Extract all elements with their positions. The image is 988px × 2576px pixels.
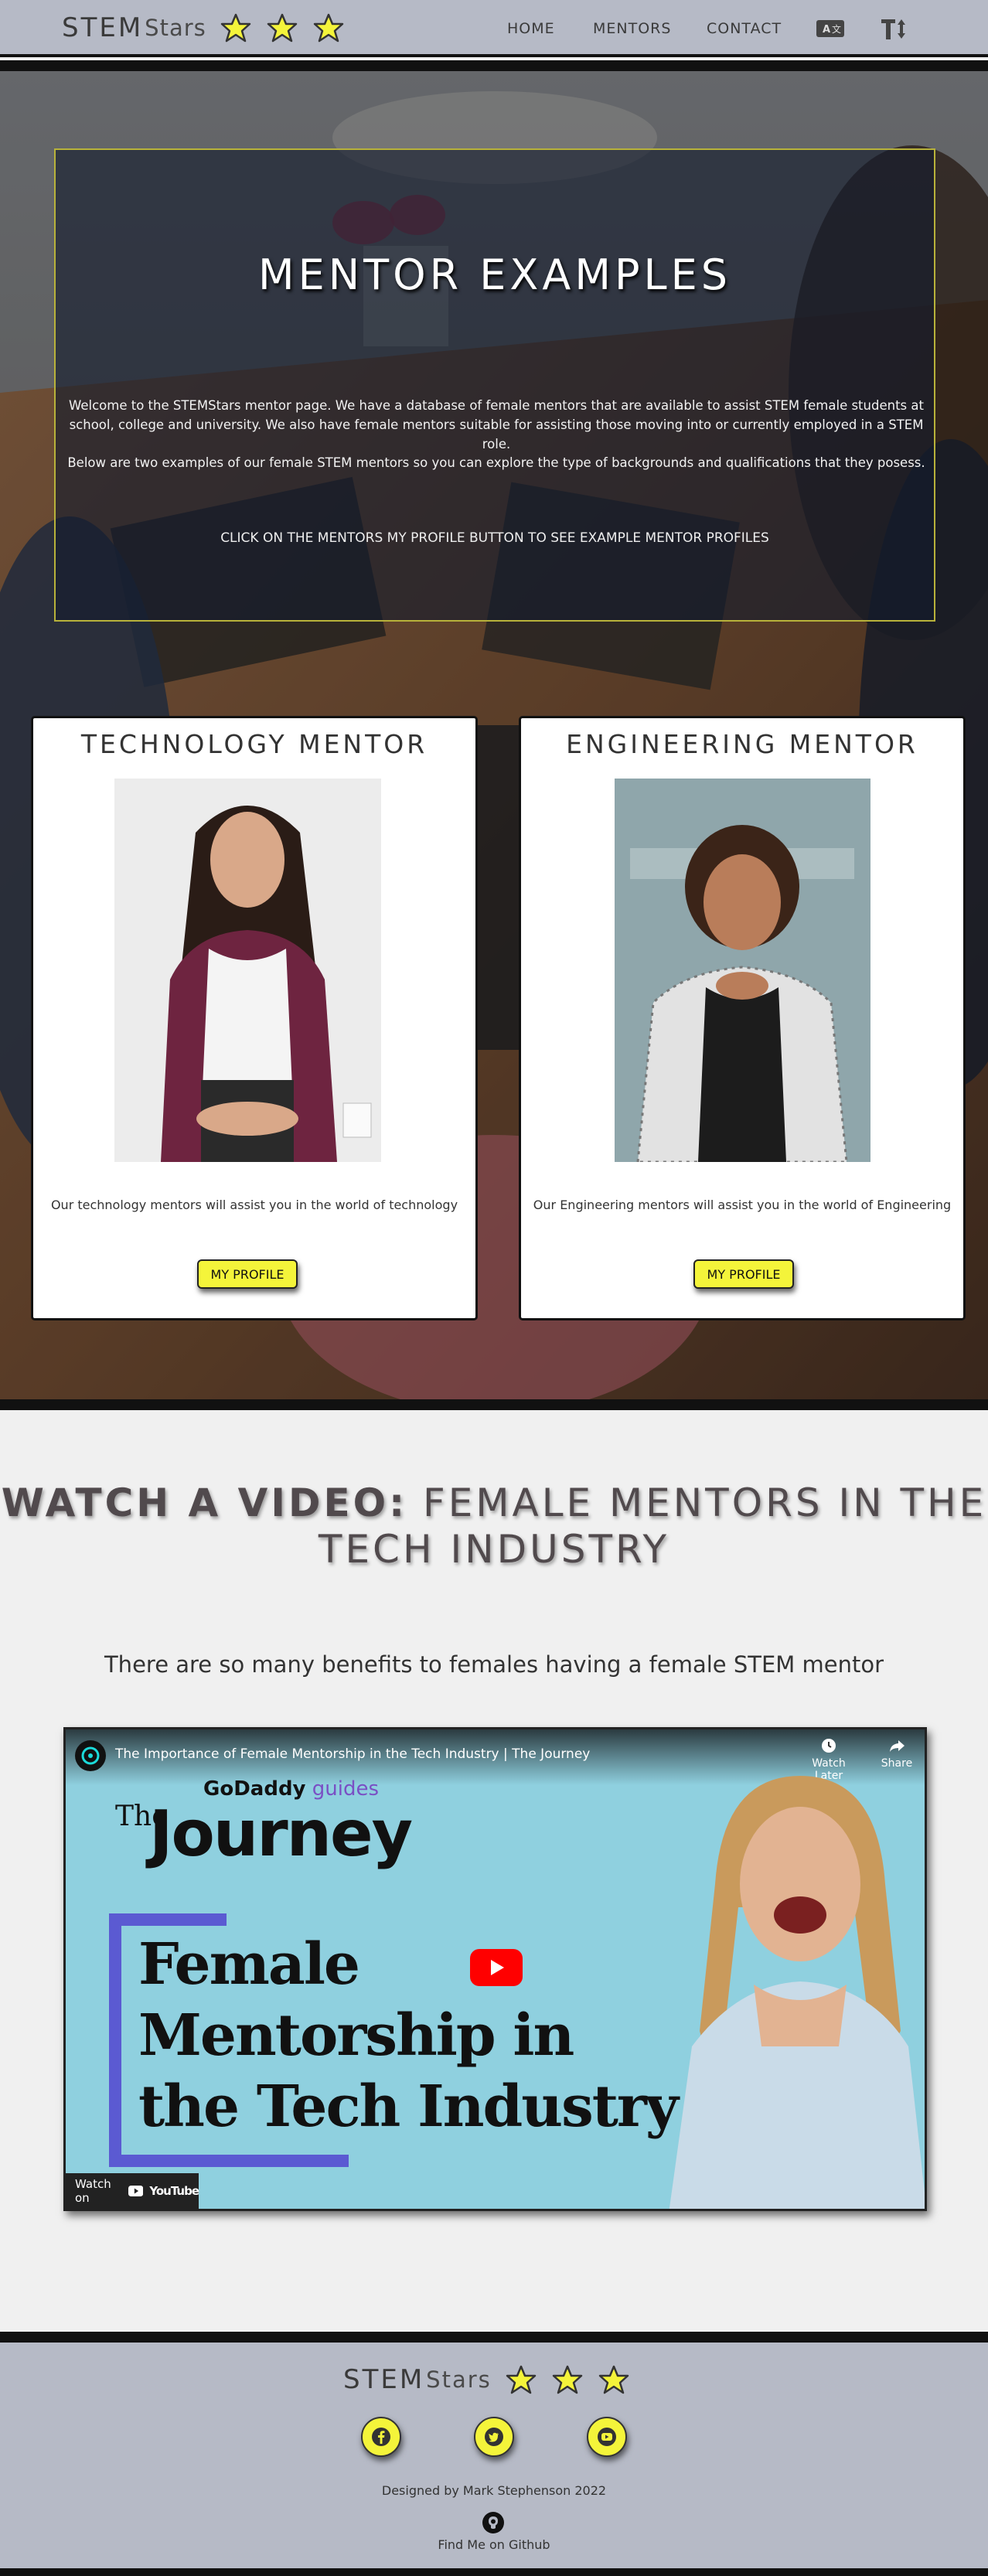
brand-logo[interactable]: STEM Stars (62, 12, 344, 43)
intro-paragraph: Welcome to the STEMStars mentor page. We… (69, 398, 924, 451)
video-name[interactable]: The Importance of Female Mentorship in t… (115, 1746, 590, 1762)
star-icon (313, 13, 344, 43)
presenter-image (669, 1776, 925, 2209)
translate-icon[interactable]: A文 (815, 15, 846, 42)
footer-brand-stem: STEM (343, 2364, 425, 2395)
card-description: Our Engineering mentors will assist you … (533, 1198, 952, 1212)
svg-text:A: A (823, 24, 830, 36)
star-icon (506, 2365, 537, 2394)
watch-on-youtube-button[interactable]: Watch on YouTube (66, 2173, 199, 2209)
nav-contact-link[interactable]: CONTACT (707, 20, 782, 37)
clock-icon (822, 1739, 836, 1753)
card-title: TECHNOLOGY MENTOR (80, 729, 428, 759)
channel-logo-icon[interactable] (75, 1740, 106, 1771)
engineering-mentor-photo (615, 779, 870, 1162)
video-section-subtitle: There are so many benefits to females ha… (104, 1651, 884, 1678)
footer-brand-logo[interactable]: STEM Stars (343, 2364, 629, 2395)
facebook-icon[interactable] (361, 2417, 401, 2457)
brand-stars-word: Stars (145, 15, 206, 41)
my-profile-button[interactable]: MY PROFILE (693, 1259, 794, 1289)
video-title-bold: WATCH A VIDEO: (1, 1481, 408, 1525)
brand-stars (220, 12, 344, 43)
technology-mentor-photo (114, 779, 381, 1162)
watch-on-label: Watch on (75, 2177, 111, 2205)
intro-box: MENTOR EXAMPLES Welcome to the STEMStars… (54, 148, 935, 622)
my-profile-button[interactable]: MY PROFILE (197, 1259, 298, 1289)
star-icon (267, 13, 298, 43)
github-icon[interactable] (482, 2511, 505, 2534)
youtube-video-embed[interactable]: The Importance of Female Mentorship in t… (63, 1727, 927, 2211)
github-link[interactable]: Find Me on Github (0, 2537, 988, 2552)
nav-mentors-link[interactable]: MENTORS (593, 20, 671, 37)
youtube-logo-icon (128, 2186, 144, 2196)
nav-home-link[interactable]: HOME (507, 20, 555, 37)
card-title: ENGINEERING MENTOR (566, 729, 918, 759)
star-icon (552, 2365, 583, 2394)
hero-section: MENTOR EXAMPLES Welcome to the STEMStars… (0, 68, 988, 1399)
divider (0, 2332, 988, 2343)
page-title: MENTOR EXAMPLES (258, 250, 731, 299)
divider (0, 60, 988, 71)
the-journey-word: Journey (149, 1797, 413, 1871)
youtube-wordmark: YouTube (149, 2184, 199, 2198)
text-size-icon[interactable] (878, 15, 909, 42)
intro-paragraph: Below are two examples of our female STE… (67, 455, 925, 470)
divider (0, 2568, 988, 2576)
designer-credit: Designed by Mark Stephenson 2022 (381, 2483, 607, 2498)
headline-line: the Tech Industry (138, 2073, 679, 2140)
video-headline: Female Mentorship in the Tech Industry (138, 1929, 679, 2142)
star-icon (220, 13, 251, 43)
video-section-title: WATCH A VIDEO: FEMALE MENTORS IN THE TEC… (0, 1480, 988, 1573)
engineering-mentor-card: ENGINEERING MENTOR Our Engineering mento… (519, 716, 966, 1320)
footer: STEM Stars Designed by Mark Stephenson 2… (0, 2343, 988, 2568)
technology-mentor-card: TECHNOLOGY MENTOR Our technology mentors… (31, 716, 478, 1320)
intro-cta-text: CLICK ON THE MENTORS MY PROFILE BUTTON T… (220, 530, 769, 546)
star-icon (598, 2365, 629, 2394)
card-description: Our technology mentors will assist you i… (50, 1198, 458, 1212)
navbar: STEM Stars HOME MENTORS CONTACT A文 (0, 0, 988, 57)
divider (0, 1399, 988, 1410)
headline-line: Female (138, 1931, 360, 1998)
share-icon (890, 1740, 905, 1752)
video-title-rest: FEMALE MENTORS IN THE TECH INDUSTRY (318, 1481, 987, 1572)
youtube-icon[interactable] (587, 2417, 627, 2457)
headline-line: Mentorship in (138, 2002, 574, 2069)
brand-stem: STEM (62, 12, 144, 43)
footer-stars (506, 2364, 629, 2395)
youtube-play-button[interactable] (470, 1949, 523, 1986)
footer-brand-stars-word: Stars (426, 2366, 492, 2393)
twitter-icon[interactable] (474, 2417, 514, 2457)
svg-text:文: 文 (832, 23, 841, 35)
